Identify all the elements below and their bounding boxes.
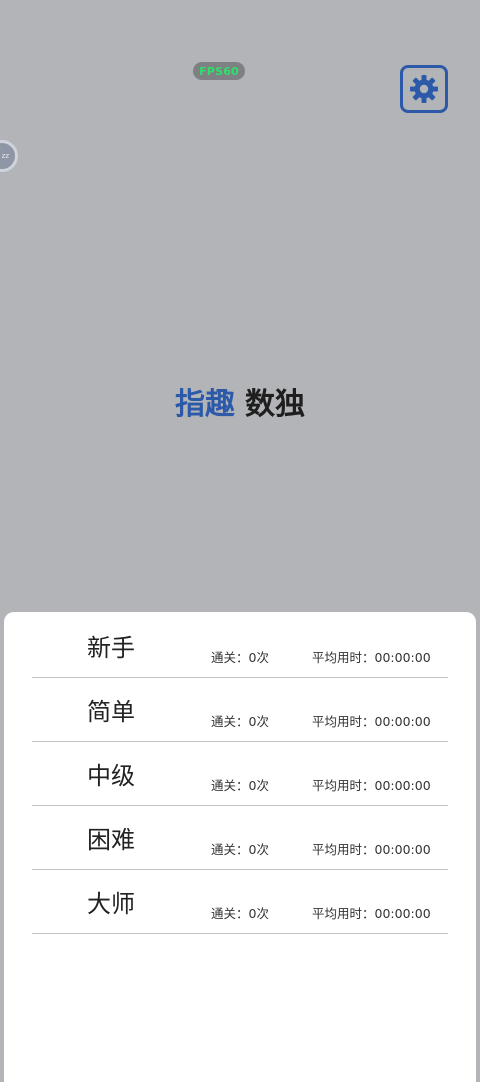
level-sheet: 新手 通关：0次 平均用时：00:00:00 简单 通关：0次 平均用时：00:… [4, 612, 476, 1082]
level-name: 困难 [87, 826, 135, 854]
level-average-time: 平均用时：00:00:00 [312, 906, 431, 921]
level-clear-count: 通关：0次 [211, 714, 269, 729]
floating-assist-button[interactable]: zz [0, 140, 18, 172]
level-clear-count: 通关：0次 [211, 906, 269, 921]
level-name: 中级 [87, 762, 135, 790]
level-name: 大师 [87, 890, 135, 918]
level-average-time: 平均用时：00:00:00 [312, 714, 431, 729]
level-list: 新手 通关：0次 平均用时：00:00:00 简单 通关：0次 平均用时：00:… [32, 614, 448, 934]
level-row-master[interactable]: 大师 通关：0次 平均用时：00:00:00 [32, 870, 448, 934]
level-row-medium[interactable]: 中级 通关：0次 平均用时：00:00:00 [32, 742, 448, 806]
level-name: 新手 [87, 634, 135, 662]
level-name: 简单 [87, 698, 135, 726]
level-clear-count: 通关：0次 [211, 778, 269, 793]
title-part-2: 数独 [245, 387, 305, 422]
level-average-time: 平均用时：00:00:00 [312, 778, 431, 793]
settings-button[interactable] [400, 65, 448, 113]
title-part-1: 指趣 [175, 387, 235, 422]
level-clear-count: 通关：0次 [211, 650, 269, 665]
level-average-time: 平均用时：00:00:00 [312, 842, 431, 857]
page-title: 指趣 数独 [0, 384, 480, 426]
level-row-easy[interactable]: 简单 通关：0次 平均用时：00:00:00 [32, 678, 448, 742]
level-row-hard[interactable]: 困难 通关：0次 平均用时：00:00:00 [32, 806, 448, 870]
level-clear-count: 通关：0次 [211, 842, 269, 857]
fps-label: FPS60 [199, 64, 239, 78]
app-screen: FPS60 zz 指趣 数独 新手 通关：0次 平均用时：00:00:00 简单… [0, 0, 480, 1082]
fps-indicator: FPS60 [193, 62, 245, 80]
gear-icon [410, 75, 438, 103]
level-row-novice[interactable]: 新手 通关：0次 平均用时：00:00:00 [32, 614, 448, 678]
level-average-time: 平均用时：00:00:00 [312, 650, 431, 665]
floating-badge-text: zz [1, 152, 9, 160]
